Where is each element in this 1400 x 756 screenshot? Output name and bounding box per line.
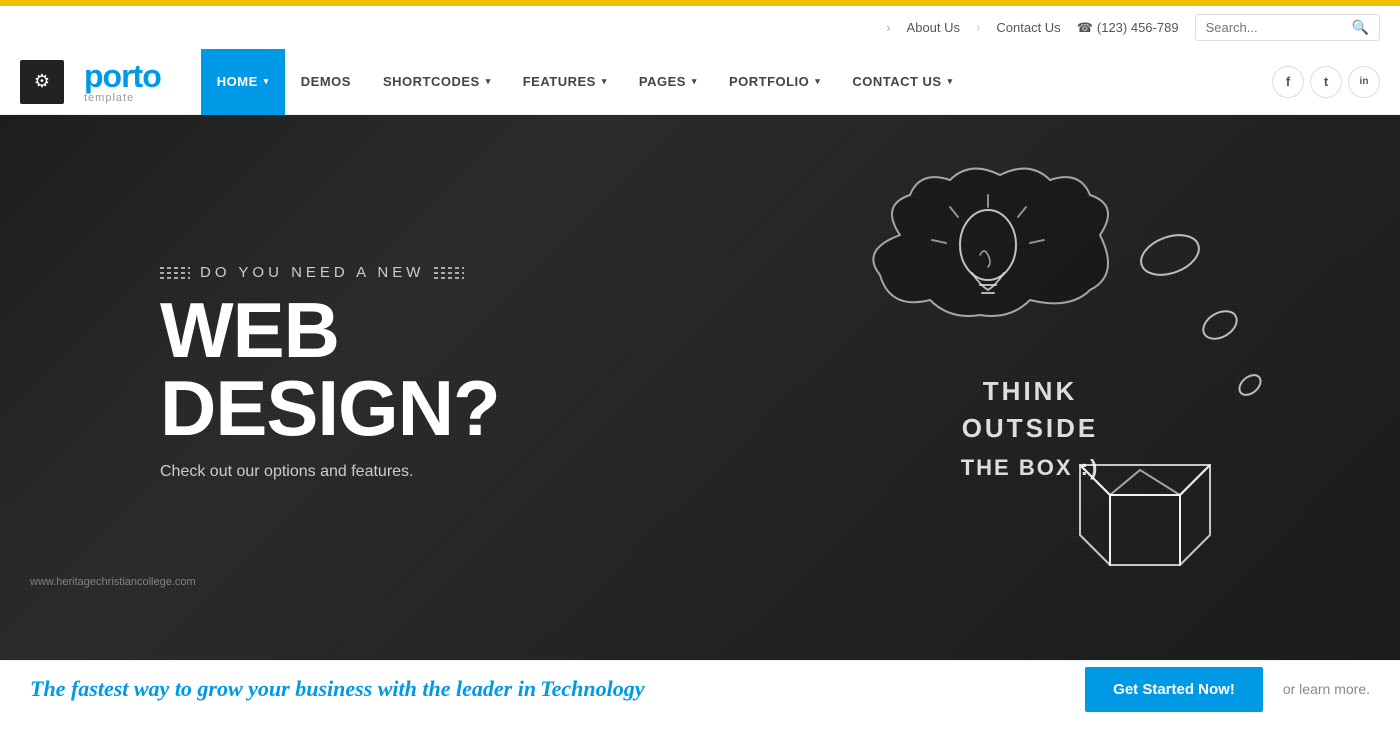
bottom-strip: The fastest way to grow your business wi… xyxy=(0,660,1400,717)
phone-icon: ☎ xyxy=(1077,20,1093,36)
portfolio-caret: ▾ xyxy=(815,76,820,87)
hero-section: THINK OUTSIDE THE BOX :) DO YOU NEED A N… xyxy=(0,115,1400,660)
facebook-icon: f xyxy=(1286,74,1290,89)
nav-features[interactable]: FEATURES ▾ xyxy=(507,49,623,115)
svg-text:OUTSIDE: OUTSIDE xyxy=(962,413,1099,443)
eyebrow-decoration-right xyxy=(434,267,464,279)
hero-subtext: Check out our options and features. xyxy=(160,463,680,481)
logo-sub: template xyxy=(84,92,134,104)
chalk-illustration: THINK OUTSIDE THE BOX :) xyxy=(740,155,1320,625)
nav-shortcodes[interactable]: SHORTCODES ▾ xyxy=(367,49,507,115)
or-learn-more: or learn more. xyxy=(1283,681,1370,697)
eyebrow-decoration-left xyxy=(160,267,190,279)
logo-text: porto xyxy=(84,60,161,92)
gear-icon: ⚙ xyxy=(34,71,50,92)
contact-caret: ▾ xyxy=(948,76,953,87)
bottom-text-before: The fastest way to grow your business wi… xyxy=(30,676,536,701)
eyebrow-line-1 xyxy=(160,267,190,269)
nav-home[interactable]: HOME ▾ xyxy=(201,49,285,115)
svg-text:THE BOX :): THE BOX :) xyxy=(961,455,1100,480)
contact-us-link[interactable]: Contact Us xyxy=(996,20,1060,35)
phone-info: ☎ (123) 456-789 xyxy=(1077,20,1179,36)
eyebrow-line-5 xyxy=(434,272,464,274)
linkedin-icon: in xyxy=(1360,76,1369,87)
separator-1: › xyxy=(976,20,980,35)
eyebrow-line-4 xyxy=(434,267,464,269)
search-button[interactable]: 🔍 xyxy=(1352,19,1369,36)
eyebrow-line-2 xyxy=(160,272,190,274)
top-bar: › About Us › Contact Us ☎ (123) 456-789 … xyxy=(0,3,1400,49)
hero-headline: WEB DESIGN? xyxy=(160,291,680,447)
features-caret: ▾ xyxy=(602,76,607,87)
nav-demos[interactable]: DEMOS xyxy=(285,49,367,115)
get-started-button[interactable]: Get Started Now! xyxy=(1085,667,1263,712)
phone-number: (123) 456-789 xyxy=(1097,20,1179,35)
twitter-button[interactable]: t xyxy=(1310,66,1342,98)
social-icons: f t in xyxy=(1272,66,1380,98)
eyebrow-line-6 xyxy=(434,277,464,279)
eyebrow-line-3 xyxy=(160,277,190,279)
about-us-link[interactable]: About Us xyxy=(907,20,960,35)
twitter-icon: t xyxy=(1324,74,1328,89)
hero-eyebrow: DO YOU NEED A NEW xyxy=(160,264,680,281)
header: ⚙ porto template HOME ▾ DEMOS SHORTCODES… xyxy=(0,49,1400,115)
nav-portfolio[interactable]: PORTFOLIO ▾ xyxy=(713,49,836,115)
bottom-text: The fastest way to grow your business wi… xyxy=(30,676,1065,702)
pages-caret: ▾ xyxy=(692,76,697,87)
main-nav: HOME ▾ DEMOS SHORTCODES ▾ FEATURES ▾ PAG… xyxy=(201,49,1262,115)
home-caret: ▾ xyxy=(264,76,269,87)
facebook-button[interactable]: f xyxy=(1272,66,1304,98)
gear-button[interactable]: ⚙ xyxy=(20,60,64,104)
technology-highlight: Technology xyxy=(540,676,644,701)
hero-content: DO YOU NEED A NEW WEB DESIGN? Check out … xyxy=(0,264,680,511)
search-input[interactable] xyxy=(1206,20,1346,35)
hero-eyebrow-text: DO YOU NEED A NEW xyxy=(200,264,424,281)
about-chevron: › xyxy=(886,20,890,35)
website-url: www.heritagechristiancollege.com xyxy=(30,576,196,588)
search-box[interactable]: 🔍 xyxy=(1195,14,1380,41)
nav-contact[interactable]: CONTACT US ▾ xyxy=(836,49,968,115)
shortcodes-caret: ▾ xyxy=(486,76,491,87)
nav-pages[interactable]: PAGES ▾ xyxy=(623,49,713,115)
svg-text:THINK: THINK xyxy=(983,376,1077,406)
hero-drawing: THINK OUTSIDE THE BOX :) xyxy=(740,155,1320,625)
logo[interactable]: porto template xyxy=(84,60,161,104)
linkedin-button[interactable]: in xyxy=(1348,66,1380,98)
